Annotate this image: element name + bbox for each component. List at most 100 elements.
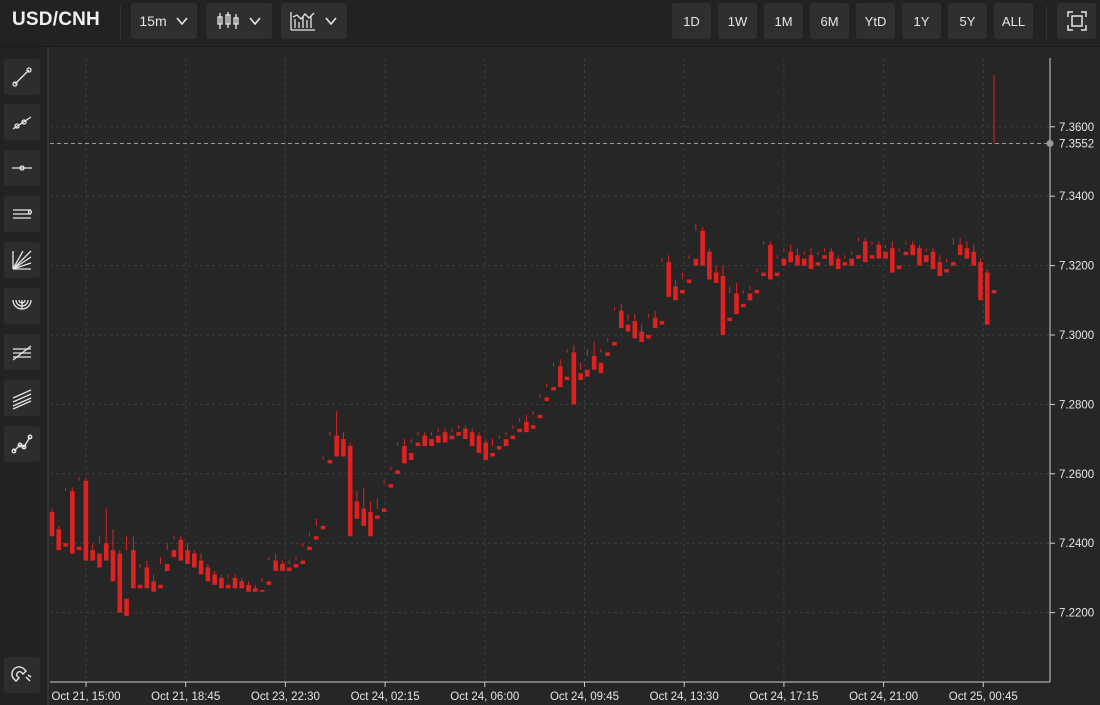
candle (280, 560, 285, 571)
candle-body (917, 248, 922, 266)
candle-body (442, 432, 448, 443)
candle (178, 536, 184, 561)
price-chart[interactable]: 7.2200 7.2400 7.2600 7.2800 7.3000 7.3200 7.34… (0, 0, 1100, 705)
candle (137, 564, 143, 589)
candle-body (971, 251, 976, 266)
candle-body (537, 414, 543, 419)
candle (117, 550, 123, 613)
candle (496, 435, 502, 450)
candle-body (293, 564, 299, 568)
x-tick-label: Oct 23, 22:30 (251, 691, 320, 703)
candle-body (862, 241, 868, 263)
x-tick-label: Oct 24, 21:00 (849, 691, 918, 703)
candle-body (131, 550, 136, 589)
candle-body (652, 317, 658, 329)
candle-body (253, 588, 258, 592)
candle-body (198, 560, 204, 575)
candle (564, 348, 570, 381)
candle-body (978, 262, 983, 301)
candle-body (632, 321, 638, 339)
candle (402, 439, 407, 464)
candle-body (740, 303, 746, 308)
candle (232, 574, 238, 589)
candle (164, 543, 170, 571)
candle (585, 348, 590, 377)
candle-body (97, 553, 102, 568)
candle (320, 456, 326, 530)
candle-body (463, 428, 468, 440)
candle-body (524, 421, 529, 433)
x-tick-label: Oct 24, 02:15 (351, 691, 420, 703)
candle-body (788, 251, 793, 263)
candle (930, 248, 936, 270)
candle-body (205, 567, 211, 582)
candle-body (212, 574, 217, 585)
candle (456, 425, 461, 436)
candle-body (171, 550, 177, 558)
candle-body (300, 560, 306, 565)
candle (408, 439, 414, 460)
candle (795, 248, 800, 266)
candle-body (239, 581, 245, 589)
candle (808, 248, 814, 270)
candle (49, 508, 55, 537)
candle (625, 314, 631, 332)
x-tick-label: Oct 24, 13:30 (650, 691, 719, 703)
candle (219, 574, 224, 589)
candle-body (449, 435, 455, 440)
candle (429, 432, 434, 447)
candle-body (625, 324, 631, 332)
candle (151, 574, 156, 592)
candle (368, 501, 373, 537)
y-tick-label: 7.3400 (1059, 191, 1094, 203)
candle (97, 536, 102, 568)
candle (361, 487, 367, 526)
candle (903, 241, 909, 256)
candle (192, 550, 197, 568)
candle (449, 428, 455, 440)
candle-body (178, 539, 184, 561)
candle-body (923, 255, 929, 263)
candle-body (910, 244, 915, 256)
candle-body (768, 244, 773, 280)
candle (246, 581, 251, 592)
candle-body (320, 525, 326, 530)
candle (591, 341, 597, 370)
candle-body (734, 293, 739, 315)
candle-body (225, 584, 231, 589)
candle (537, 393, 543, 419)
candle (124, 536, 129, 617)
candle-body (137, 584, 143, 589)
candle-body (408, 452, 414, 460)
candle (476, 432, 482, 453)
candle-body (700, 230, 705, 266)
x-tick-label: Oct 21, 18:45 (151, 691, 220, 703)
candle (937, 255, 943, 277)
candle (747, 286, 753, 301)
candle (612, 307, 617, 346)
candle-body (754, 289, 760, 294)
candle-body (90, 550, 95, 561)
candle (686, 255, 692, 283)
candle (551, 362, 556, 391)
candle (971, 244, 976, 266)
candle (435, 428, 441, 443)
candle (266, 557, 272, 585)
candle-body (883, 251, 888, 259)
candle-body (246, 584, 251, 592)
candle-body (402, 446, 407, 464)
candle (286, 560, 292, 571)
candle (503, 432, 509, 447)
candle-body (849, 258, 854, 266)
candle (984, 269, 990, 325)
candle (530, 411, 536, 429)
candle (341, 432, 346, 457)
candle (740, 289, 746, 308)
candle-body (63, 543, 68, 547)
x-tick-label: Oct 24, 09:45 (550, 691, 619, 703)
candle (253, 584, 258, 592)
candle-body (124, 598, 129, 617)
candle (374, 498, 380, 519)
candle (300, 543, 306, 565)
candle-body (496, 446, 502, 450)
